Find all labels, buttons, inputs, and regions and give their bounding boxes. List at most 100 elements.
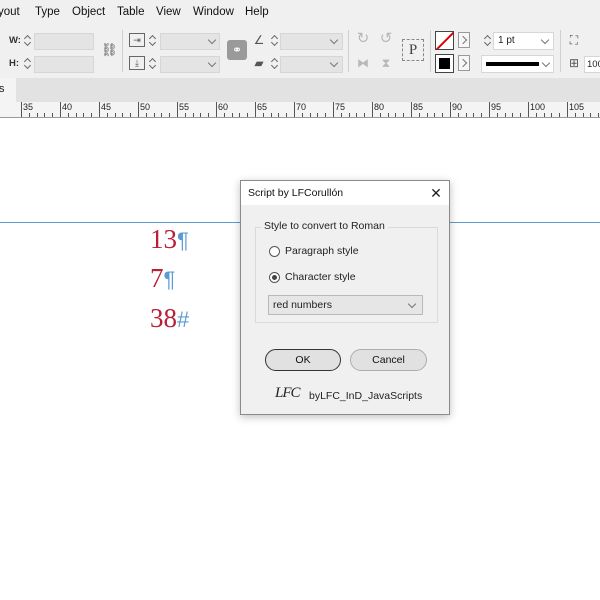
dialog-title-bar[interactable]: Script by LFCorullón ✕ — [241, 181, 449, 205]
rotate-angle-icon: ∠ — [253, 33, 265, 47]
character-style-label[interactable]: Character style — [285, 271, 356, 283]
rotate-ccw-icon[interactable]: ↺ — [378, 31, 394, 46]
ruler-major-tick — [489, 102, 490, 117]
frame-fitting-icon[interactable]: ⛶ — [567, 33, 581, 47]
opacity-field[interactable]: 100 — [584, 56, 600, 73]
ruler-minor-tick — [348, 113, 350, 117]
chevron-down-icon — [407, 299, 417, 309]
constrain-link-icon[interactable]: ⛓ — [101, 43, 118, 57]
ruler-label: 95 — [491, 102, 502, 112]
menu-table[interactable]: Table — [117, 6, 145, 18]
ok-button[interactable]: OK — [265, 349, 341, 371]
close-icon[interactable]: ✕ — [427, 184, 445, 202]
text-line[interactable]: 13¶ — [150, 224, 189, 256]
separator — [560, 30, 561, 72]
ruler-minor-tick — [262, 113, 264, 117]
ruler-minor-tick — [325, 113, 327, 117]
ruler-minor-tick — [114, 113, 116, 117]
ruler-minor-tick — [442, 113, 444, 117]
menu-type[interactable]: Type — [35, 6, 60, 18]
width-spinner-icon[interactable] — [24, 33, 32, 48]
ruler-minor-tick — [426, 113, 428, 117]
rotate-spinner-icon[interactable] — [271, 33, 279, 48]
ruler-minor-tick — [520, 113, 522, 117]
stroke-weight-field[interactable]: 1 pt — [493, 32, 554, 50]
number-text: 7 — [150, 263, 164, 293]
flip-horizontal-icon[interactable]: ⧓ — [355, 56, 371, 70]
style-select[interactable]: red numbers — [268, 295, 423, 315]
cancel-button[interactable]: Cancel — [350, 349, 427, 371]
height-spinner-icon[interactable] — [24, 56, 32, 71]
character-style-radio[interactable] — [269, 272, 280, 283]
width-label: W: — [9, 35, 21, 46]
ruler-minor-tick — [465, 113, 467, 117]
ruler-minor-tick — [301, 113, 303, 117]
rotate-cw-icon[interactable]: ↻ — [355, 31, 371, 46]
ruler-major-tick — [216, 102, 217, 117]
menu-window[interactable]: Window — [193, 6, 234, 18]
paragraph-style-label[interactable]: Paragraph style — [285, 245, 359, 257]
ruler-label: 45 — [101, 102, 112, 112]
stroke-weight-spinner-icon[interactable] — [484, 33, 492, 48]
text-line[interactable]: 38# — [150, 303, 189, 335]
flip-vertical-icon[interactable]: ⧗ — [378, 56, 394, 70]
indent-spinner-icon[interactable] — [149, 33, 157, 48]
ruler-minor-tick — [543, 113, 545, 117]
corner-options-icon[interactable]: ⊞ — [567, 56, 581, 70]
stroke-swatch[interactable] — [435, 54, 454, 73]
group-label: Style to convert to Roman — [261, 220, 388, 232]
ruler-major-tick — [99, 102, 100, 117]
menu-object[interactable]: Object — [72, 6, 105, 18]
stroke-type-select[interactable] — [481, 55, 554, 73]
space-before-icon: ⤓ — [129, 56, 145, 70]
ruler-major-tick — [372, 102, 373, 117]
ruler-minor-tick — [551, 113, 553, 117]
ruler-label: 50 — [140, 102, 151, 112]
document-tab[interactable]: s — [0, 78, 16, 102]
menu-help[interactable]: Help — [245, 6, 269, 18]
shear-field[interactable] — [280, 56, 343, 73]
end-of-story-mark: # — [177, 307, 190, 332]
left-indent-icon: ⇥ — [129, 33, 145, 47]
ruler-major-tick — [450, 102, 451, 117]
fill-dropdown-button[interactable] — [458, 32, 470, 48]
horizontal-ruler[interactable]: 35 40 45 50 55 60 65 70 75 80 85 90 95 100 105 — [0, 102, 600, 118]
control-panel: W: H: ⛓ ⇥ ⤓ ⚭ ∠ ▰ ↻ ↺ ⧓ ⧗ P 1 pt ⛶ ⊞ 10 — [0, 25, 600, 79]
ruler-label: 80 — [374, 102, 385, 112]
ruler-minor-tick — [559, 113, 561, 117]
ruler-minor-tick — [317, 113, 319, 117]
width-field[interactable] — [34, 33, 94, 50]
reference-point-icon[interactable]: P — [402, 39, 424, 61]
ruler-minor-tick — [208, 113, 210, 117]
ruler-minor-tick — [387, 113, 389, 117]
height-label: H: — [9, 58, 20, 69]
link-toggle-button[interactable]: ⚭ — [227, 40, 247, 60]
rotate-field[interactable] — [280, 33, 343, 50]
ruler-minor-tick — [340, 113, 342, 117]
ruler-minor-tick — [590, 113, 592, 117]
menu-layout[interactable]: yout — [0, 6, 20, 18]
ruler-major-tick — [567, 102, 568, 117]
ruler-minor-tick — [44, 113, 46, 117]
ruler-label: 35 — [23, 102, 34, 112]
text-line[interactable]: 7¶ — [150, 263, 175, 295]
ruler-minor-tick — [106, 113, 108, 117]
menu-view[interactable]: View — [156, 6, 181, 18]
ruler-minor-tick — [145, 113, 147, 117]
space-field[interactable] — [160, 56, 220, 73]
ruler-label: 75 — [335, 102, 346, 112]
height-field[interactable] — [34, 56, 94, 73]
ruler-minor-tick — [286, 113, 288, 117]
ruler-minor-tick — [574, 113, 576, 117]
space-spinner-icon[interactable] — [149, 56, 157, 71]
dialog-title: Script by LFCorullón — [248, 187, 344, 199]
ruler-minor-tick — [28, 113, 30, 117]
fill-none-swatch[interactable] — [435, 31, 454, 50]
ruler-major-tick — [138, 102, 139, 117]
indent-field[interactable] — [160, 33, 220, 50]
stroke-dropdown-button[interactable] — [458, 55, 470, 71]
shear-spinner-icon[interactable] — [271, 56, 279, 71]
ruler-minor-tick — [161, 113, 163, 117]
ruler-minor-tick — [130, 113, 132, 117]
paragraph-style-radio[interactable] — [269, 246, 280, 257]
